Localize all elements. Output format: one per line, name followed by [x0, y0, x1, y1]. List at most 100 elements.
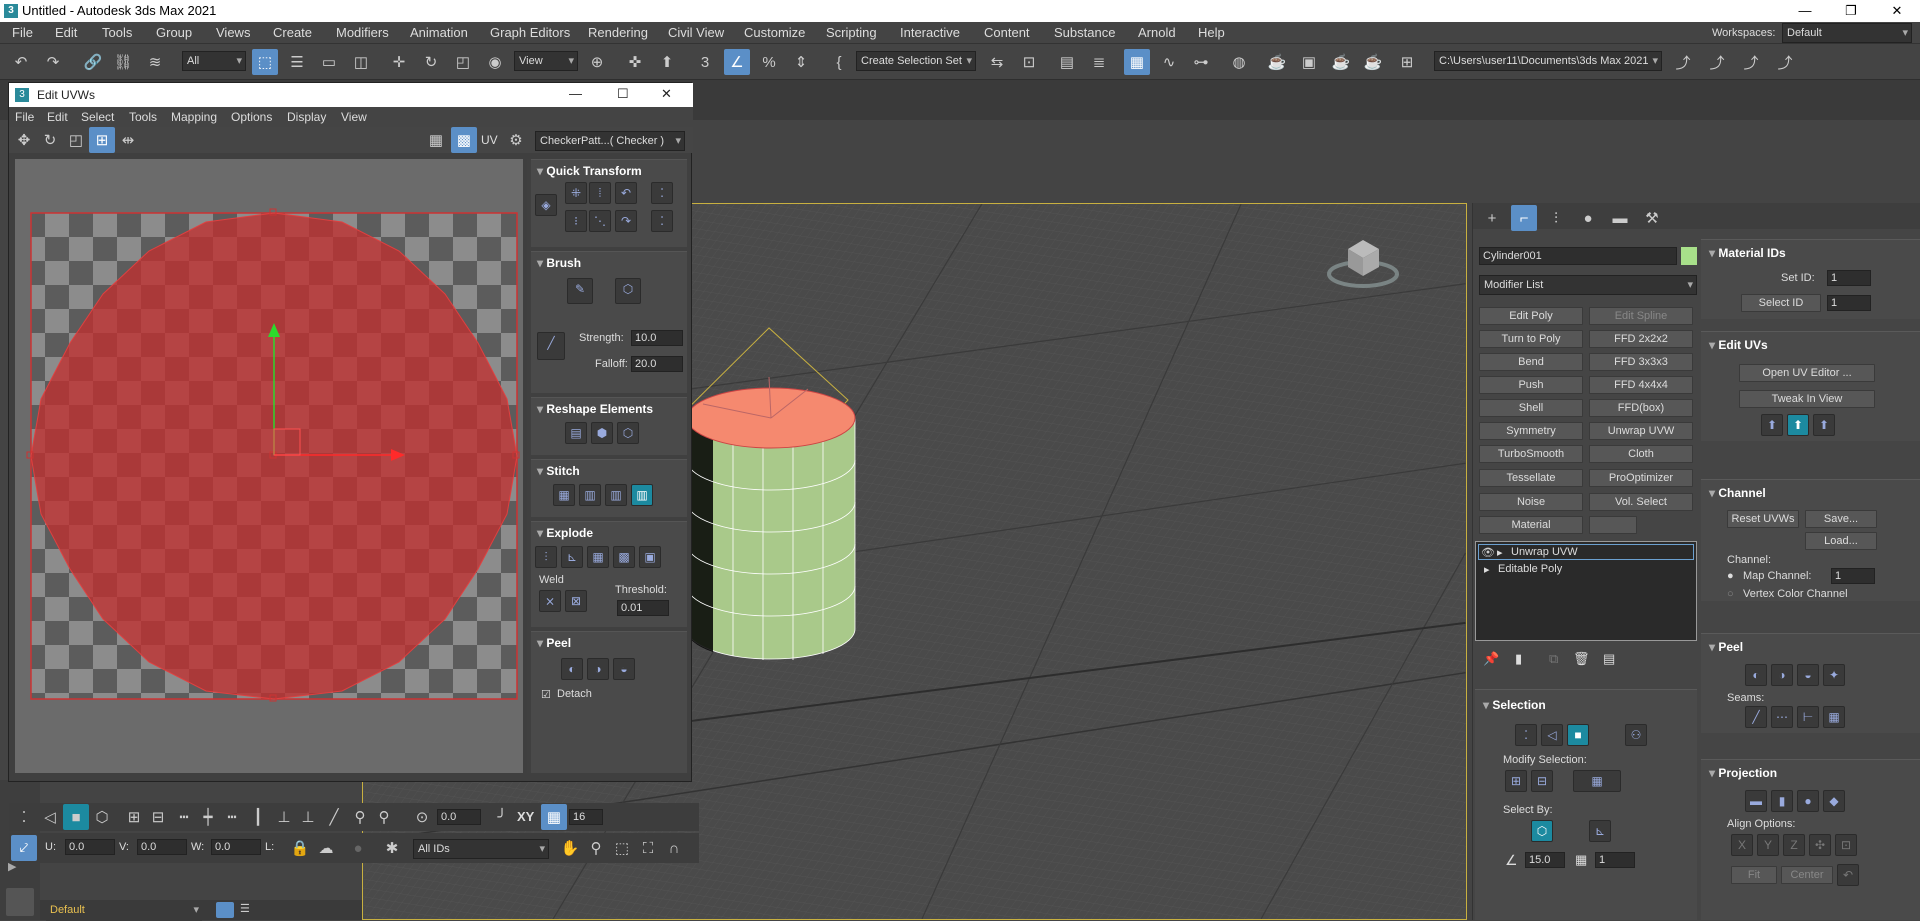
- material-editor-icon[interactable]: ◍: [1226, 49, 1252, 75]
- hierarchy-tab-icon[interactable]: ⫶: [1543, 205, 1569, 231]
- break-icon[interactable]: ⫶: [535, 546, 557, 568]
- vertex-mode-icon[interactable]: ⁚: [1515, 724, 1537, 746]
- reshape-title[interactable]: Reshape Elements: [537, 402, 653, 416]
- motion-tab-icon[interactable]: ●: [1575, 205, 1601, 231]
- absolute-mode-icon[interactable]: ⤦: [11, 835, 37, 861]
- menu-file[interactable]: File: [12, 22, 33, 44]
- remove-modifier-icon[interactable]: 🗑: [1573, 651, 1590, 667]
- detach-edge-icon[interactable]: ⊾: [561, 546, 583, 568]
- zoom-region-icon[interactable]: ⬚: [609, 835, 635, 861]
- mod-material[interactable]: Material: [1479, 516, 1583, 534]
- project-set-icon[interactable]: ⤴: [1704, 49, 1730, 75]
- link-icon[interactable]: 🔗: [80, 49, 106, 75]
- uvw-quick-peel-icon[interactable]: ◐: [561, 658, 583, 680]
- make-unique-icon[interactable]: ⧉: [1549, 651, 1558, 667]
- mod-unwrap-uvw[interactable]: Unwrap UVW: [1589, 422, 1693, 440]
- uvw-menu-display[interactable]: Display: [287, 107, 326, 127]
- named-selection-dropdown[interactable]: Create Selection Set: [856, 51, 976, 71]
- menu-scripting[interactable]: Scripting: [826, 22, 877, 44]
- layer-explorer-icon[interactable]: ≣: [1086, 49, 1112, 75]
- align-to-view-icon[interactable]: ⊡: [1835, 834, 1857, 856]
- select-by-name-icon[interactable]: ☰: [284, 49, 310, 75]
- ids-dropdown[interactable]: All IDs: [413, 839, 549, 859]
- mod-vol-select[interactable]: Vol. Select: [1589, 493, 1693, 511]
- mod-ffd-3x3x3[interactable]: FFD 3x3x3: [1589, 353, 1693, 371]
- uv-element-icon[interactable]: ⬡: [89, 804, 115, 830]
- falloff-spinner[interactable]: 20.0: [631, 356, 683, 372]
- brush-title[interactable]: Brush: [537, 256, 581, 270]
- relax-options-icon[interactable]: ⬡: [617, 422, 639, 444]
- uvw-freeform-icon[interactable]: ⊞: [89, 127, 115, 153]
- uvw-texture-dropdown[interactable]: CheckerPatt...( Checker ): [535, 131, 685, 151]
- mod-tessellate[interactable]: Tessellate: [1479, 469, 1583, 487]
- create-tab-icon[interactable]: +: [1479, 205, 1505, 231]
- w-spinner[interactable]: 0.0: [211, 839, 261, 855]
- quick-peel-icon[interactable]: ◐: [1745, 664, 1767, 686]
- mod-ffd-box[interactable]: FFD(box): [1589, 399, 1693, 417]
- pin-icon[interactable]: ✦: [1823, 664, 1845, 686]
- flatten-by-material-icon[interactable]: ▣: [639, 546, 661, 568]
- mod-ffd-2x2x2[interactable]: FFD 2x2x2: [1589, 330, 1693, 348]
- project-open-icon[interactable]: ⤴: [1772, 49, 1798, 75]
- map-channel-radio[interactable]: ●: [1727, 570, 1734, 582]
- select-object-icon[interactable]: ⬚: [252, 49, 278, 75]
- mod-ffd-4x4x4[interactable]: FFD 4x4x4: [1589, 376, 1693, 394]
- weld-selected-icon[interactable]: ⨯: [539, 590, 561, 612]
- channel-title[interactable]: Channel: [1709, 486, 1765, 500]
- menu-animation[interactable]: Animation: [410, 22, 468, 44]
- unlink-icon[interactable]: ⛓: [110, 49, 136, 75]
- quick-planar-icon[interactable]: ⬆: [1761, 414, 1783, 436]
- ring-grow-icon[interactable]: ┃: [245, 804, 271, 830]
- weld-target-icon[interactable]: ⊠: [565, 590, 587, 612]
- menu-civil-view[interactable]: Civil View: [668, 22, 724, 44]
- menu-content[interactable]: Content: [984, 22, 1030, 44]
- align-y-button[interactable]: Y: [1757, 834, 1779, 856]
- select-by-element-uv-icon[interactable]: ⬡: [1531, 820, 1553, 842]
- peel-title[interactable]: Peel: [1709, 640, 1743, 654]
- paint-grow-icon[interactable]: ⚲: [347, 804, 373, 830]
- qt-align-v-icon[interactable]: ⦙: [589, 182, 611, 204]
- grow-icon[interactable]: ⊞: [121, 804, 147, 830]
- rotate-icon[interactable]: ↻: [418, 49, 444, 75]
- zoom-extents-icon[interactable]: ⛶: [635, 835, 661, 861]
- mod-prooptimizer[interactable]: ProOptimizer: [1589, 469, 1693, 487]
- mod-empty-slot[interactable]: [1589, 516, 1637, 534]
- stack-item-unwrap[interactable]: 👁 ▸ Unwrap UVW: [1478, 544, 1694, 560]
- box-map-icon[interactable]: ◆: [1823, 790, 1845, 812]
- edit-named-sel-icon[interactable]: {: [826, 49, 852, 75]
- menu-create[interactable]: Create: [273, 22, 312, 44]
- hide-icon[interactable]: ☁: [313, 835, 339, 861]
- edit-uvs-title[interactable]: Edit UVs: [1709, 338, 1767, 352]
- best-align-icon[interactable]: ✣: [1809, 834, 1831, 856]
- tweak-in-view-button[interactable]: Tweak In View: [1739, 390, 1875, 408]
- bind-space-warp-icon[interactable]: ≋: [142, 49, 168, 75]
- render-production-icon[interactable]: ☕: [1328, 49, 1354, 75]
- uvw-scale-icon[interactable]: ◰: [63, 127, 89, 153]
- uvw-rotate-icon[interactable]: ↻: [37, 127, 63, 153]
- select-id-spinner[interactable]: 1: [1827, 295, 1871, 311]
- reset-uvws-button[interactable]: Reset UVWs: [1727, 510, 1799, 528]
- percent-snap-icon[interactable]: %: [756, 49, 782, 75]
- menu-modifiers[interactable]: Modifiers: [336, 22, 389, 44]
- u-spinner[interactable]: 0.0: [65, 839, 115, 855]
- snap-toggle-icon[interactable]: ∩: [661, 835, 687, 861]
- menu-help[interactable]: Help: [1198, 22, 1225, 44]
- modifier-list-dropdown[interactable]: Modifier List: [1479, 275, 1697, 295]
- vertex-color-radio[interactable]: ○: [1727, 588, 1734, 600]
- stitch-custom-icon[interactable]: ▦: [553, 484, 575, 506]
- spinner-snap-icon[interactable]: ⇕: [788, 49, 814, 75]
- angle-snap-icon[interactable]: ∠: [724, 49, 750, 75]
- seam-to-sel-icon[interactable]: ▦: [1823, 706, 1845, 728]
- menu-substance[interactable]: Substance: [1054, 22, 1115, 44]
- uvw-grid-toggle-icon[interactable]: ▦: [423, 127, 449, 153]
- cylindrical-map-icon[interactable]: ▮: [1771, 790, 1793, 812]
- straighten-icon[interactable]: ▤: [565, 422, 587, 444]
- project-path-dropdown[interactable]: C:\Users\user11\Documents\3ds Max 2021: [1434, 51, 1662, 71]
- qt-align-diag-icon[interactable]: ⁝: [565, 210, 587, 232]
- qt-rotate-cw-icon[interactable]: ↷: [615, 210, 637, 232]
- uvw-menu-select[interactable]: Select: [81, 107, 114, 127]
- selection-filter-dropdown[interactable]: All: [182, 51, 246, 71]
- menu-edit[interactable]: Edit: [55, 22, 77, 44]
- ribbon-toggle-icon[interactable]: ▦: [1124, 49, 1150, 75]
- placement-icon[interactable]: ◉: [482, 49, 508, 75]
